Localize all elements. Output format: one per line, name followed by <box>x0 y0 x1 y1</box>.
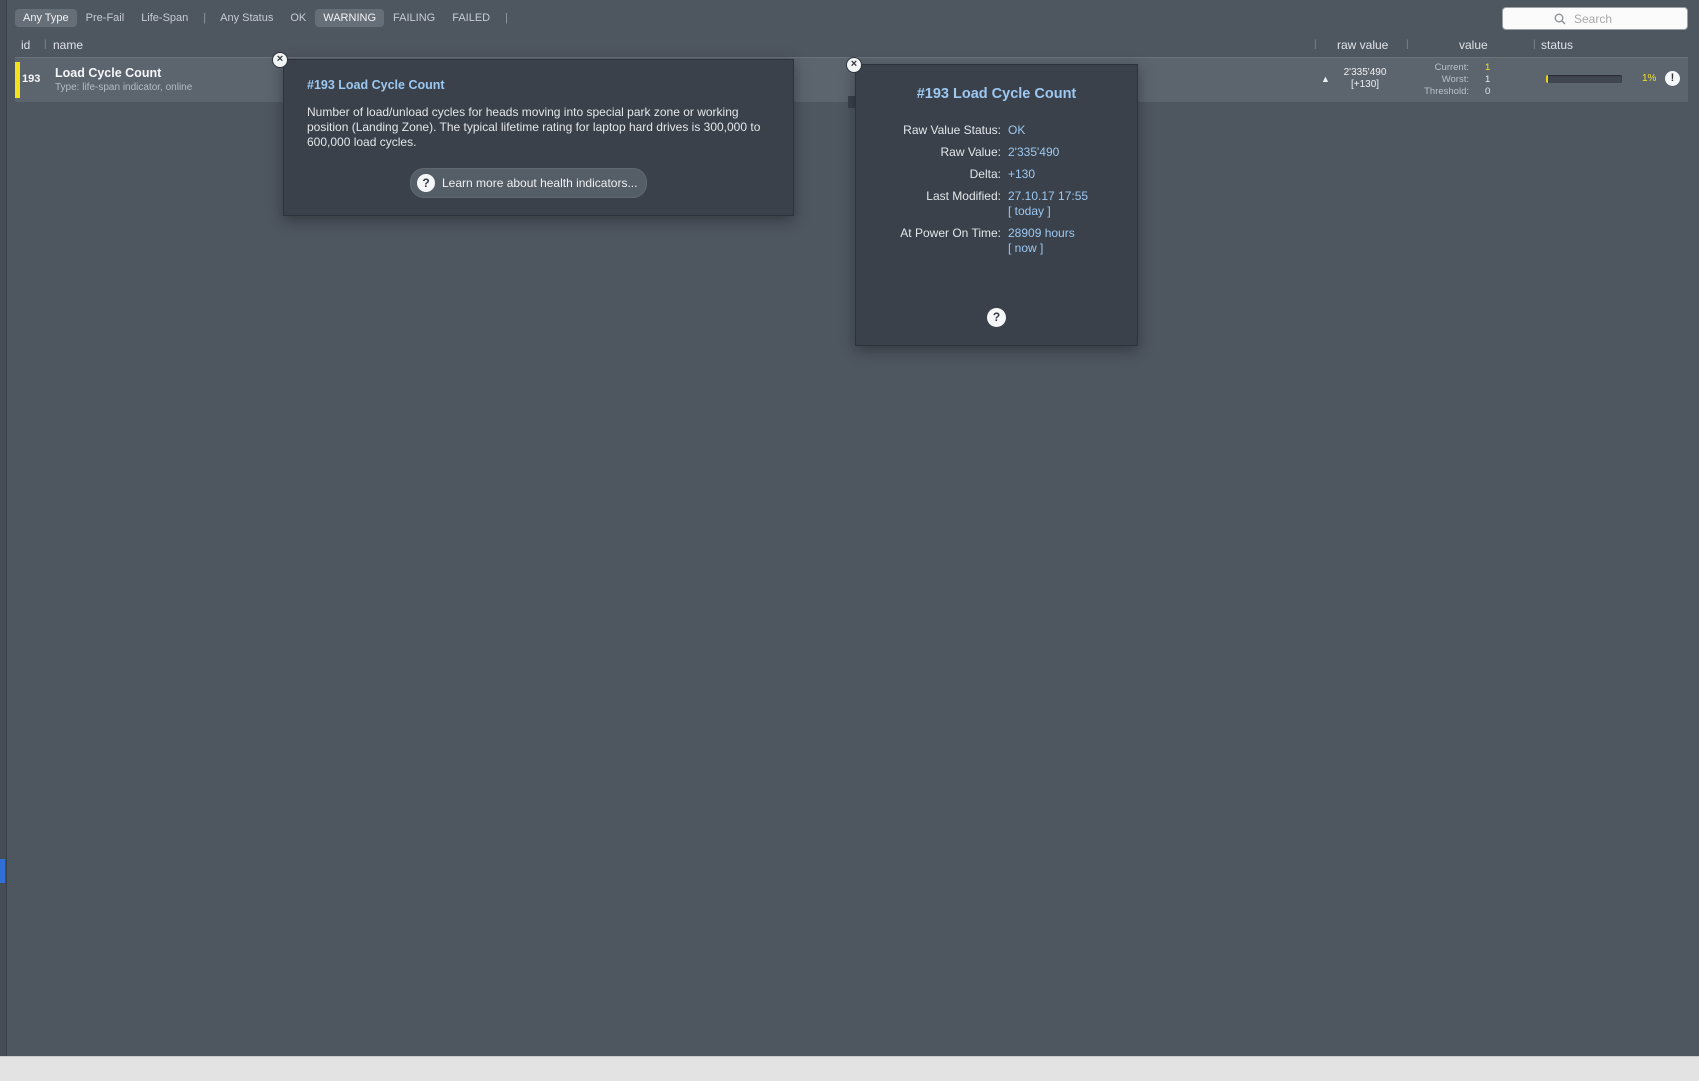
window-bottom-edge <box>0 1056 1699 1081</box>
filter-failing[interactable]: FAILING <box>385 9 443 27</box>
column-divider[interactable]: | <box>44 39 47 50</box>
filter-divider: | <box>505 12 508 24</box>
sort-up-icon: ▲ <box>1321 74 1330 84</box>
threshold-value: 0 <box>1485 86 1491 97</box>
current-label: Current: <box>1434 62 1469 73</box>
filter-toolbar: Any Type Pre-Fail Life-Span | Any Status… <box>15 7 514 29</box>
column-header: id | name | raw value | value | status <box>15 37 1688 55</box>
now-link[interactable]: [ now ] <box>1008 241 1075 256</box>
filter-any-type[interactable]: Any Type <box>15 9 77 27</box>
filter-life-span[interactable]: Life-Span <box>133 9 196 27</box>
power-on-value: 28909 hours [ now ] <box>1008 226 1075 256</box>
raw-delta: [+130] <box>1350 79 1380 90</box>
worst-value: 1 <box>1485 74 1491 85</box>
filter-ok[interactable]: OK <box>282 9 314 27</box>
status-bar <box>1546 75 1622 83</box>
column-divider[interactable]: | <box>1533 39 1536 50</box>
column-raw-value[interactable]: raw value <box>1337 38 1388 52</box>
current-value: 1 <box>1485 62 1491 73</box>
raw-status-label: Raw Value Status: <box>903 123 1001 137</box>
column-status[interactable]: status <box>1541 38 1573 52</box>
column-value[interactable]: value <box>1459 38 1488 52</box>
column-name[interactable]: name <box>53 38 83 52</box>
power-on-label: At Power On Time: <box>900 226 1001 240</box>
question-mark-icon[interactable]: ? <box>987 308 1006 327</box>
column-id[interactable]: id <box>21 38 30 52</box>
delta-value: +130 <box>1008 167 1036 181</box>
power-on-hours: 28909 hours <box>1008 226 1075 240</box>
status-bar-fill <box>1546 75 1548 83</box>
raw-value-cell: 2'335'490 [+130] <box>1333 67 1397 91</box>
filter-any-status[interactable]: Any Status <box>212 9 281 27</box>
delta-label: Delta: <box>969 167 1001 181</box>
filter-failed[interactable]: FAILED <box>444 9 498 27</box>
popover-description: Number of load/unload cycles for heads m… <box>307 105 761 149</box>
column-divider[interactable]: | <box>1406 39 1409 50</box>
popover-connector <box>848 96 855 108</box>
value-labels: Current: Worst: Threshold: <box>1409 62 1469 98</box>
warning-flag <box>15 62 20 98</box>
filter-warning[interactable]: WARNING <box>315 9 385 27</box>
learn-more-label: Learn more about health indicators... <box>442 176 638 190</box>
question-mark-icon: ? <box>417 174 435 192</box>
close-icon[interactable]: × <box>272 52 288 68</box>
close-icon[interactable]: × <box>846 57 862 73</box>
row-id: 193 <box>22 73 41 85</box>
raw-value: 2'335'490 <box>1343 67 1387 78</box>
row-name: Load Cycle Count <box>55 66 162 80</box>
details-popover: #193 Load Cycle Count Raw Value Status: … <box>855 64 1138 346</box>
window-left-edge <box>0 0 7 1056</box>
search-field[interactable] <box>1502 7 1688 30</box>
details-title: #193 Load Cycle Count <box>916 86 1077 102</box>
raw-value-label: Raw Value: <box>940 145 1001 159</box>
last-modified-date: 27.10.17 17:55 <box>1008 189 1089 203</box>
worst-label: Worst: <box>1441 74 1469 85</box>
last-modified-value: 27.10.17 17:55 [ today ] <box>1008 189 1088 219</box>
exclamation-icon[interactable]: ! <box>1665 71 1680 86</box>
last-modified-label: Last Modified: <box>926 189 1001 203</box>
threshold-label: Threshold: <box>1424 86 1469 97</box>
description-popover: #193 Load Cycle Count Number of load/unl… <box>283 59 794 216</box>
filter-divider: | <box>203 12 207 24</box>
value-numbers: 1 1 0 <box>1485 62 1490 98</box>
today-link[interactable]: [ today ] <box>1008 204 1088 219</box>
learn-more-button[interactable]: ? Learn more about health indicators... <box>410 168 648 198</box>
raw-status-value: OK <box>1008 123 1026 137</box>
row-type: Type: life-span indicator, online <box>55 82 193 93</box>
filter-pre-fail[interactable]: Pre-Fail <box>78 9 133 27</box>
search-icon <box>1554 13 1566 24</box>
popover-title: #193 Load Cycle Count <box>307 78 445 92</box>
search-input[interactable] <box>1572 10 1636 27</box>
edge-indicator <box>0 859 5 883</box>
column-divider[interactable]: | <box>1314 39 1317 50</box>
status-percent: 1% <box>1642 73 1657 84</box>
raw-value-value: 2'335'490 <box>1008 145 1060 159</box>
